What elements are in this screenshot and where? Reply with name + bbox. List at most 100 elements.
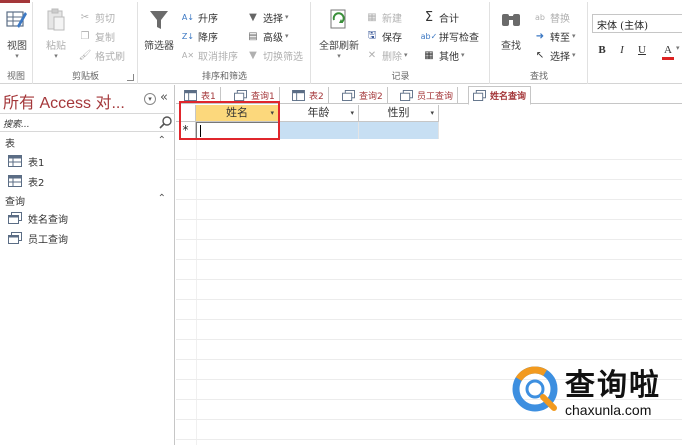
- spelling-button[interactable]: ab✓ 拼写检查: [421, 27, 479, 45]
- toggle-filter-icon: ▼: [249, 49, 257, 61]
- grid-line: [176, 339, 682, 340]
- records-group: 全部刷新 ▾ ▦ 新建 🖫 保存 ✕ 删除 ▾ Σ 合计 ab✓ 拼写检查 ▦ …: [312, 2, 490, 84]
- nav-item-name-query[interactable]: 姓名查询: [8, 209, 68, 227]
- totals-button[interactable]: Σ 合计: [422, 8, 459, 26]
- refresh-icon: [330, 9, 346, 29]
- goto-button[interactable]: ➜ 转至 ▾: [533, 27, 576, 45]
- new-record-cell-age[interactable]: [279, 122, 359, 139]
- new-record-icon: ▦: [367, 11, 377, 23]
- clipboard-group: 粘贴 ▾ ✂ 剪切 ❐ 复制 🖌 格式刷 剪贴板: [34, 2, 138, 84]
- toggle-filter-button[interactable]: ▼ 切换筛选: [246, 46, 303, 64]
- nav-search-placeholder: 搜索...: [3, 120, 30, 130]
- view-button[interactable]: 视图 ▾: [2, 8, 32, 60]
- column-header-gender[interactable]: 性别 ▾: [359, 105, 439, 122]
- underline-button[interactable]: U: [634, 42, 650, 58]
- query-icon: [234, 90, 247, 101]
- sort-descending-button[interactable]: Z↓ 降序: [181, 27, 218, 45]
- nav-menu-chevron-icon[interactable]: ▾: [144, 93, 156, 105]
- find-group: 查找 ab 替换 ➜ 转至 ▾ ↖ 选择 ▾ 查找: [491, 2, 588, 84]
- nav-item-label: 表2: [28, 177, 45, 189]
- replace-button[interactable]: ab 替换: [533, 8, 570, 26]
- collapse-section-icon[interactable]: ⌃: [158, 193, 166, 204]
- collapse-section-icon[interactable]: ⌃: [158, 135, 166, 146]
- nav-item-table2[interactable]: 表2: [8, 172, 44, 190]
- toggle-filter-label: 切换筛选: [263, 51, 303, 63]
- find-button[interactable]: 查找: [497, 8, 525, 52]
- grid-line: [176, 279, 682, 280]
- bold-button[interactable]: B: [594, 42, 610, 58]
- new-record-button[interactable]: ▦ 新建: [365, 8, 402, 26]
- table-icon: [292, 90, 305, 101]
- copy-label: 复制: [95, 32, 115, 44]
- tab-name-query[interactable]: 姓名查询: [468, 86, 532, 105]
- save-icon: 🖫: [367, 29, 377, 41]
- watermark-url: chaxunla.com: [565, 402, 652, 418]
- binoculars-icon: [502, 14, 520, 26]
- nav-collapse-icon[interactable]: «: [160, 90, 168, 105]
- paintbrush-icon: 🖌: [78, 49, 92, 61]
- italic-button[interactable]: I: [614, 42, 630, 58]
- selection-filter-button[interactable]: ▼ 选择 ▾: [246, 8, 288, 26]
- grid-line: [176, 299, 682, 300]
- view-dropdown-caret[interactable]: ▾: [2, 52, 32, 60]
- copy-button[interactable]: ❐ 复制: [78, 27, 115, 45]
- goto-label: 转至: [550, 32, 570, 44]
- tab-query2[interactable]: 查询2: [338, 87, 388, 104]
- paste-dropdown-caret[interactable]: ▾: [42, 52, 70, 60]
- font-name-select[interactable]: 宋体 (主体): [592, 14, 682, 33]
- font-color-button[interactable]: A: [660, 42, 676, 58]
- nav-section-queries[interactable]: 查询 ⌃: [0, 193, 175, 210]
- save-record-button[interactable]: 🖫 保存: [365, 27, 402, 45]
- sort-descending-icon: Z↓: [181, 31, 195, 41]
- column-dropdown-icon[interactable]: ▾: [350, 105, 354, 121]
- nav-search-bar[interactable]: 搜索...: [0, 113, 175, 132]
- table-icon: [8, 175, 22, 187]
- sort-descending-label: 降序: [198, 32, 218, 44]
- tab-employee-query[interactable]: 员工查询: [396, 87, 459, 104]
- font-color-caret[interactable]: ▾: [676, 44, 680, 52]
- new-record-cell-gender[interactable]: [359, 122, 439, 139]
- refresh-all-button[interactable]: 全部刷新 ▾: [316, 8, 362, 60]
- nav-section-queries-label: 查询: [5, 197, 25, 208]
- paste-label: 粘贴: [46, 41, 66, 52]
- refresh-all-caret[interactable]: ▾: [316, 52, 362, 60]
- clipboard-dialog-launcher[interactable]: [127, 74, 134, 81]
- cut-button[interactable]: ✂ 剪切: [78, 8, 115, 26]
- more-records-button[interactable]: ▦ 其他 ▾: [422, 46, 464, 64]
- find-group-label: 查找: [529, 72, 548, 82]
- nav-item-employee-query[interactable]: 员工查询: [8, 229, 68, 247]
- sort-filter-group-label: 排序和筛选: [201, 72, 247, 82]
- search-icon[interactable]: [158, 115, 173, 130]
- select-label: 选择: [550, 51, 570, 63]
- remove-sort-button[interactable]: A✕ 取消排序: [181, 46, 238, 64]
- refresh-all-label: 全部刷新: [319, 41, 359, 52]
- format-painter-button[interactable]: 🖌 格式刷: [78, 46, 125, 64]
- grid-line: [176, 199, 682, 200]
- paste-button[interactable]: 粘贴 ▾: [42, 8, 70, 60]
- tab-table2[interactable]: 表2: [288, 87, 329, 104]
- grid-line: [176, 219, 682, 220]
- more-grid-icon: ▦: [424, 49, 434, 61]
- grid-line: [176, 159, 682, 160]
- cursor-icon: ↖: [535, 49, 545, 61]
- column-dropdown-icon[interactable]: ▾: [430, 105, 434, 121]
- totals-label: 合计: [439, 13, 459, 25]
- query-icon: [342, 90, 355, 101]
- grid-line: [176, 239, 682, 240]
- advanced-filter-label: 高级: [263, 32, 283, 44]
- nav-item-label: 姓名查询: [28, 214, 68, 226]
- advanced-filter-icon: ▤: [248, 30, 258, 42]
- sort-ascending-button[interactable]: A↓ 升序: [181, 8, 218, 26]
- select-button[interactable]: ↖ 选择 ▾: [533, 46, 576, 64]
- nav-pane-title[interactable]: 所有 Access 对...: [3, 89, 125, 113]
- nav-item-table1[interactable]: 表1: [8, 152, 44, 170]
- column-header-age[interactable]: 年龄 ▾: [279, 105, 359, 122]
- delete-icon: ✕: [367, 49, 377, 61]
- delete-record-button[interactable]: ✕ 删除 ▾: [365, 46, 408, 64]
- filter-button[interactable]: 筛选器: [141, 8, 177, 52]
- view-icon: [6, 11, 27, 28]
- advanced-filter-button[interactable]: ▤ 高级 ▾: [246, 27, 288, 45]
- filter-label: 筛选器: [144, 41, 174, 52]
- column-header-label: 性别: [387, 106, 410, 119]
- nav-section-tables[interactable]: 表 ⌃: [0, 135, 175, 152]
